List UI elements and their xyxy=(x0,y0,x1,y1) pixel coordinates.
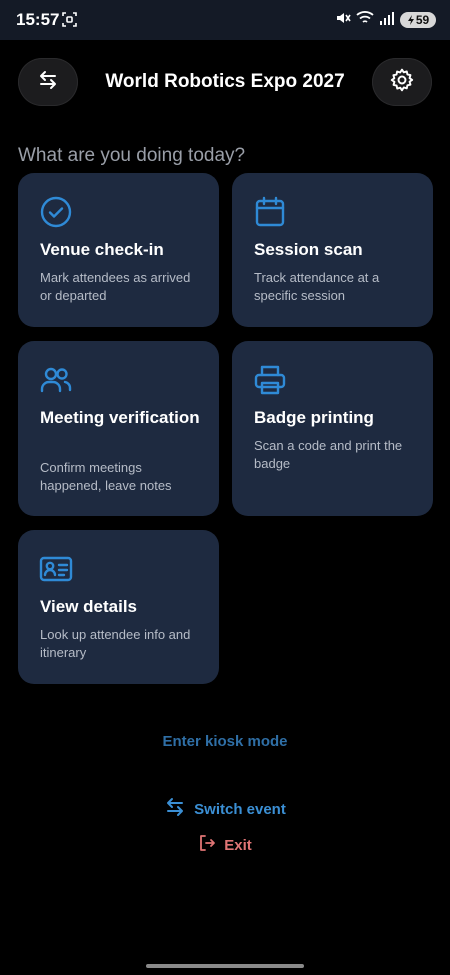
screenshot-icon xyxy=(62,12,77,27)
card-title: Badge printing xyxy=(254,408,374,427)
status-bar: 15:57 59 xyxy=(0,0,450,40)
people-icon xyxy=(39,363,73,397)
gear-icon xyxy=(389,67,415,98)
enter-kiosk-mode-link[interactable]: Enter kiosk mode xyxy=(0,733,450,750)
calendar-icon xyxy=(253,195,287,229)
card-description: Mark attendees as arrived or departed xyxy=(40,270,191,303)
home-indicator[interactable] xyxy=(146,964,304,968)
mute-icon xyxy=(335,10,351,31)
switch-event-link[interactable]: Switch event xyxy=(0,796,450,822)
page-title: World Robotics Expo 2027 xyxy=(105,71,345,92)
printer-icon xyxy=(253,363,287,397)
view-details-card[interactable]: View details Look up attendee info and i… xyxy=(18,530,219,684)
logout-icon xyxy=(198,834,216,856)
card-description: Scan a code and print the badge xyxy=(254,438,403,471)
kiosk-label: Enter kiosk mode xyxy=(162,733,288,750)
settings-button[interactable] xyxy=(372,58,432,106)
card-title: Session scan xyxy=(254,240,363,259)
meeting-verification-card[interactable]: Meeting verification Confirm meetings ha… xyxy=(18,341,219,516)
signal-icon xyxy=(379,11,395,30)
battery-indicator: 59 xyxy=(400,12,436,28)
session-scan-card[interactable]: Session scan Track attendance at a speci… xyxy=(232,173,433,327)
card-title: Venue check-in xyxy=(40,240,164,259)
exit-link[interactable]: Exit xyxy=(0,834,450,856)
battery-level: 59 xyxy=(415,13,430,27)
wifi-icon xyxy=(356,10,374,31)
card-description: Look up attendee info and itinerary xyxy=(40,627,191,660)
swap-arrows-icon xyxy=(164,796,186,822)
card-description: Confirm meetings happened, leave notes xyxy=(40,460,172,493)
swap-arrows-icon xyxy=(37,69,59,96)
status-icons: 59 xyxy=(335,10,436,31)
check-circle-icon xyxy=(39,195,73,229)
switch-event-header-button[interactable] xyxy=(18,58,78,106)
exit-label: Exit xyxy=(224,836,252,854)
section-prompt: What are you doing today? xyxy=(18,145,246,166)
card-title: Meeting verification xyxy=(40,408,200,427)
card-description: Track attendance at a specific session xyxy=(254,270,380,303)
badge-printing-card[interactable]: Badge printing Scan a code and print the… xyxy=(232,341,433,516)
status-time: 15:57 xyxy=(16,10,60,29)
id-card-icon xyxy=(39,552,73,586)
card-title: View details xyxy=(40,597,138,616)
switch-event-label: Switch event xyxy=(194,800,286,818)
venue-check-in-card[interactable]: Venue check-in Mark attendees as arrived… xyxy=(18,173,219,327)
